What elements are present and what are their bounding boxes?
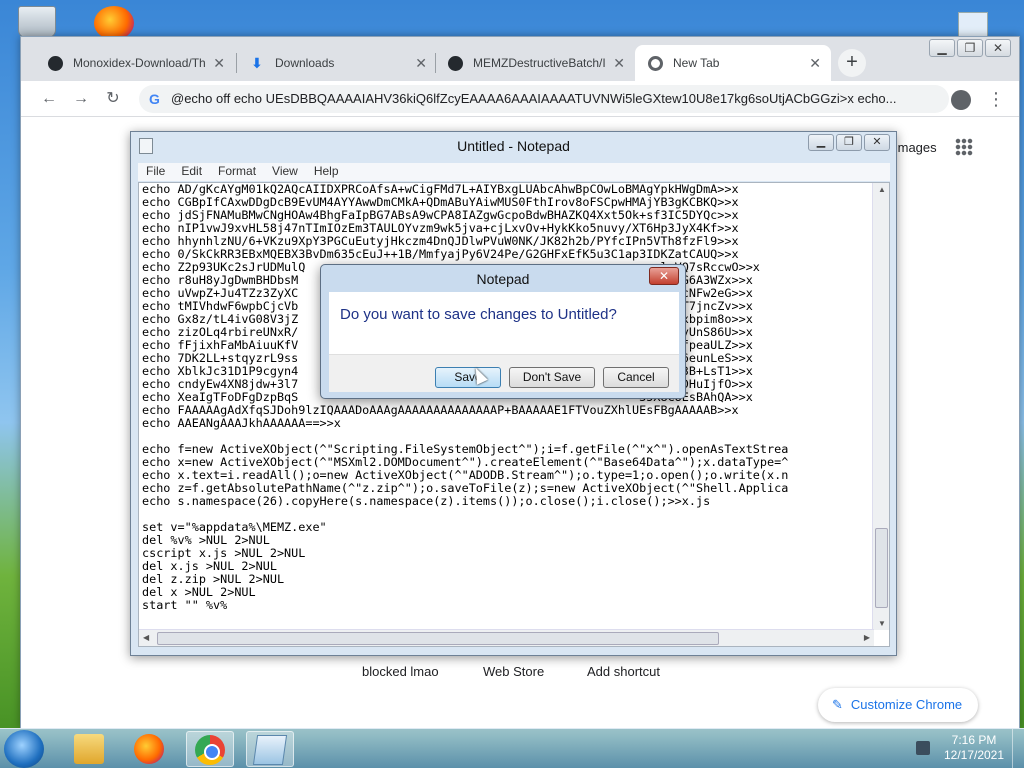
menu-edit[interactable]: Edit bbox=[173, 163, 210, 181]
maximize-button[interactable]: ❐ bbox=[836, 134, 862, 151]
close-icon[interactable]: ✕ bbox=[613, 55, 625, 72]
notepad-line: echo AAEANgAAAJkhAAAAAA==>>x bbox=[142, 416, 341, 430]
reload-icon[interactable]: ↻ bbox=[101, 87, 125, 111]
new-tab-button[interactable]: + bbox=[838, 49, 866, 77]
shortcut-web-store[interactable]: Web Store bbox=[483, 664, 544, 679]
menu-help[interactable]: Help bbox=[306, 163, 347, 181]
address-text: @echo off echo UEsDBBQAAAAIAHV36kiQ6lfZc… bbox=[171, 91, 897, 106]
tab-memz[interactable]: MEMZDestructiveBatch/I ✕ bbox=[435, 45, 635, 81]
notepad-window-controls: ▁ ❐ ✕ bbox=[808, 134, 890, 151]
taskbar-firefox[interactable] bbox=[126, 731, 174, 767]
window-controls: ▁ ❐ ✕ bbox=[929, 39, 1011, 57]
browser-toolbar: ← → ↻ G @echo off echo UEsDBBQAAAAIAHV36… bbox=[21, 81, 1019, 117]
tab-new-tab[interactable]: New Tab ✕ bbox=[635, 45, 831, 81]
action-center-flag-icon[interactable] bbox=[916, 741, 930, 755]
firefox-desktop-icon[interactable] bbox=[94, 6, 134, 40]
tab-label: Monoxidex-Download/Th bbox=[73, 56, 206, 70]
scroll-left-icon[interactable]: ◀ bbox=[143, 633, 149, 642]
forward-arrow-icon[interactable]: → bbox=[69, 87, 93, 111]
customize-chrome-button[interactable]: ✎ Customize Chrome bbox=[818, 688, 979, 722]
taskbar-explorer[interactable] bbox=[66, 731, 114, 767]
notepad-editor[interactable]: echo AD/gKcAYgM01kQ2AQcAIIDXPRCoAfsA+wCi… bbox=[138, 182, 890, 647]
taskbar-notepad[interactable] bbox=[246, 731, 294, 767]
minimize-button[interactable]: ▁ bbox=[808, 134, 834, 151]
notepad-text[interactable]: echo AD/gKcAYgM01kQ2AQcAIIDXPRCoAfsA+wCi… bbox=[142, 183, 870, 628]
menu-icon[interactable]: ⋮ bbox=[987, 87, 1005, 111]
dialog-title: Notepad bbox=[476, 271, 530, 287]
firefox-icon bbox=[134, 734, 164, 764]
address-bar[interactable]: G @echo off echo UEsDBBQAAAAIAHV36kiQ6lf… bbox=[139, 85, 949, 113]
menu-format[interactable]: Format bbox=[210, 163, 264, 181]
dialog-message: Do you want to save changes to Untitled? bbox=[340, 306, 617, 323]
chrome-icon bbox=[195, 735, 225, 765]
download-icon: ⬇ bbox=[251, 54, 263, 71]
minimize-button[interactable]: ▁ bbox=[929, 39, 955, 57]
customize-label: Customize Chrome bbox=[850, 697, 963, 712]
notepad-line: start "" %v% bbox=[142, 598, 228, 612]
clock-date: 12/17/2021 bbox=[943, 748, 1005, 762]
vertical-scrollbar[interactable]: ▲ ▼ bbox=[872, 183, 889, 630]
notepad-title: Untitled - Notepad bbox=[457, 138, 570, 154]
close-window-button[interactable]: ✕ bbox=[985, 39, 1011, 57]
start-button[interactable] bbox=[4, 730, 44, 768]
tab-label: MEMZDestructiveBatch/I bbox=[473, 56, 606, 70]
horizontal-scrollbar[interactable]: ◀ ▶ bbox=[139, 629, 874, 646]
dialog-footer: Save Don't Save Cancel bbox=[329, 354, 679, 392]
folder-icon bbox=[74, 734, 104, 764]
system-clock[interactable]: 7:16 PM 12/17/2021 bbox=[940, 733, 1008, 763]
save-button[interactable]: Save bbox=[435, 367, 501, 388]
cancel-button[interactable]: Cancel bbox=[603, 367, 669, 388]
profile-avatar-icon[interactable] bbox=[951, 90, 971, 110]
close-window-button[interactable]: ✕ bbox=[864, 134, 890, 151]
images-link[interactable]: Images bbox=[894, 140, 937, 155]
show-desktop-button[interactable] bbox=[1012, 729, 1024, 768]
maximize-button[interactable]: ❐ bbox=[957, 39, 983, 57]
github-icon bbox=[47, 55, 63, 71]
vertical-scroll-thumb[interactable] bbox=[875, 528, 888, 608]
close-icon[interactable]: ✕ bbox=[649, 267, 679, 285]
taskbar: 7:16 PM 12/17/2021 bbox=[0, 728, 1024, 768]
apps-grid-icon[interactable] bbox=[955, 138, 973, 156]
close-icon[interactable]: ✕ bbox=[809, 55, 821, 72]
tab-strip: Monoxidex-Download/Th ✕ ⬇ Downloads ✕ ME… bbox=[21, 37, 1019, 81]
shortcut-add[interactable]: Add shortcut bbox=[587, 664, 660, 679]
dont-save-button[interactable]: Don't Save bbox=[509, 367, 595, 388]
close-icon[interactable]: ✕ bbox=[415, 55, 427, 72]
recycle-bin-icon[interactable] bbox=[18, 6, 56, 38]
tab-label: Downloads bbox=[275, 56, 335, 70]
scroll-down-icon[interactable]: ▼ bbox=[878, 619, 886, 628]
scroll-up-icon[interactable]: ▲ bbox=[878, 185, 886, 194]
notepad-line: del x >NUL 2>NUL bbox=[142, 585, 256, 599]
pencil-icon: ✎ bbox=[832, 697, 843, 712]
notepad-line: echo s.namespace(26).copyHere(s.namespac… bbox=[142, 494, 711, 508]
dialog-body: Do you want to save changes to Untitled? bbox=[329, 292, 679, 354]
notepad-icon bbox=[252, 735, 288, 765]
clock-time: 7:16 PM bbox=[951, 733, 997, 747]
google-icon: G bbox=[149, 91, 160, 107]
taskbar-chrome[interactable] bbox=[186, 731, 234, 767]
scroll-right-icon[interactable]: ▶ bbox=[864, 633, 870, 642]
menu-file[interactable]: File bbox=[138, 163, 173, 181]
menu-view[interactable]: View bbox=[264, 163, 306, 181]
tab-downloads[interactable]: ⬇ Downloads ✕ bbox=[237, 45, 437, 81]
notepad-menubar: File Edit Format View Help bbox=[138, 163, 890, 181]
back-arrow-icon[interactable]: ← bbox=[37, 87, 61, 111]
chrome-icon bbox=[647, 55, 663, 71]
tab-monoxidex[interactable]: Monoxidex-Download/Th ✕ bbox=[35, 45, 235, 81]
page-scrollbar[interactable] bbox=[1007, 118, 1017, 728]
close-icon[interactable]: ✕ bbox=[213, 55, 225, 72]
shortcut-blocked[interactable]: blocked lmao bbox=[362, 664, 439, 679]
horizontal-scroll-thumb[interactable] bbox=[157, 632, 719, 645]
tab-label: New Tab bbox=[673, 56, 720, 70]
save-changes-dialog: Notepad ✕ Do you want to save changes to… bbox=[320, 264, 686, 399]
github-icon bbox=[447, 55, 463, 71]
